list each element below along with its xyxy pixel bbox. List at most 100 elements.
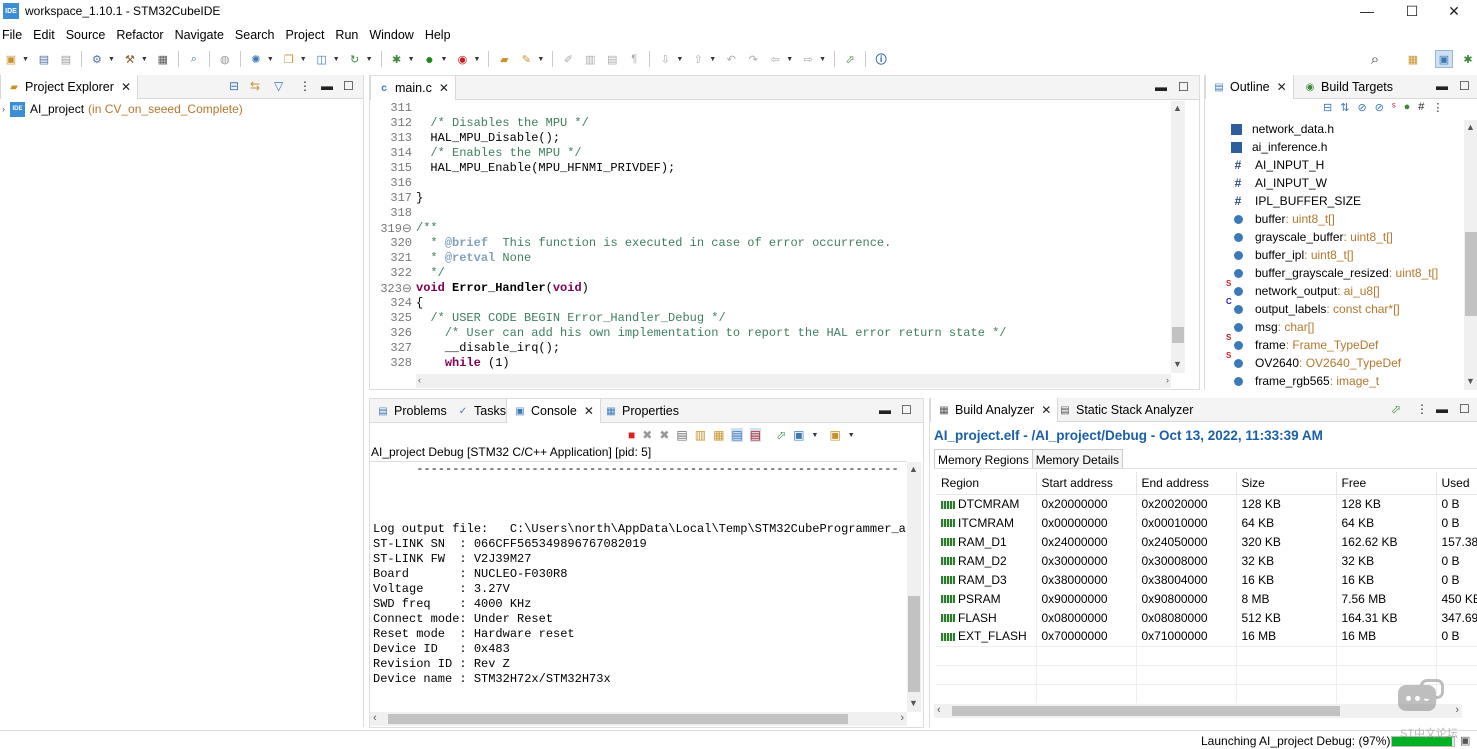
outline-item[interactable]: frame_rgb565 : image_t — [1231, 372, 1379, 390]
column-header-start[interactable]: Start address — [1036, 472, 1137, 495]
minimize-view-icon[interactable]: ▬ — [1155, 80, 1167, 94]
tab-console[interactable]: ▣ Console ✕ — [506, 399, 601, 423]
show-stderr-icon[interactable]: ▤ — [749, 428, 762, 442]
tab-project-explorer[interactable]: ▰ Project Explorer ✕ — [0, 75, 138, 99]
debug-icon[interactable]: ✱ — [389, 51, 405, 67]
outline-item[interactable]: Sframe : Frame_TypeDef — [1226, 333, 1378, 354]
open-perspective-icon[interactable]: ▦ — [1405, 51, 1421, 67]
menu-search[interactable]: Search — [232, 28, 282, 42]
maximize-view-icon[interactable]: ☐ — [1178, 80, 1189, 94]
close-icon[interactable]: ✕ — [1277, 80, 1287, 94]
pilcrow-icon[interactable]: ¶ — [626, 51, 642, 67]
build-hammer-icon[interactable]: ⚒ — [122, 51, 138, 67]
open-console-icon[interactable]: ▣ — [829, 428, 840, 442]
column-header-free[interactable]: Free — [1336, 472, 1437, 495]
table-row[interactable]: DTCMRAM 0x20000000 0x20020000 128 KB 128 KB 0… — [936, 494, 1477, 513]
menu-source[interactable]: Source — [63, 28, 113, 42]
editor-hscrollbar[interactable]: ‹ › — [416, 374, 1171, 388]
dropdown-arrow-icon[interactable]: ▼ — [473, 56, 480, 63]
dropdown-arrow-icon[interactable]: ▼ — [267, 56, 274, 63]
dropdown-arrow-icon[interactable]: ▼ — [819, 56, 826, 63]
dropdown-arrow-icon[interactable]: ▼ — [812, 432, 819, 439]
chevron-down-icon[interactable]: ▼ — [1173, 359, 1182, 369]
grid-icon[interactable]: # — [1418, 101, 1424, 119]
dropdown-arrow-icon[interactable]: ▼ — [786, 56, 793, 63]
menu-project[interactable]: Project — [283, 28, 332, 42]
dropdown-arrow-icon[interactable]: ▼ — [108, 56, 115, 63]
pin-console-icon[interactable]: ⬀ — [776, 428, 786, 442]
show-stdout-icon[interactable]: ▤ — [731, 428, 743, 442]
minimize-view-icon[interactable]: ▬ — [1436, 402, 1448, 416]
maximize-button[interactable]: ☐ — [1389, 0, 1435, 22]
word-wrap-icon[interactable]: ▤ — [604, 51, 620, 67]
dropdown-arrow-icon[interactable]: ▼ — [22, 56, 29, 63]
column-header-used[interactable]: Used — [1436, 472, 1477, 495]
console-hscrollbar[interactable]: ‹ › — [370, 712, 907, 726]
menu-help[interactable]: Help — [422, 28, 458, 42]
dropdown-arrow-icon[interactable]: ▼ — [366, 56, 373, 63]
code-line[interactable]: HAL_MPU_Enable(MPU_HFNMI_PRIVDEF); — [416, 161, 675, 175]
dropdown-arrow-icon[interactable]: ▼ — [848, 432, 855, 439]
outline-item[interactable]: buffer_ipl : uint8_t[] — [1231, 246, 1354, 264]
save-all-icon[interactable]: ▤ — [58, 51, 74, 67]
code-line[interactable]: { — [416, 296, 423, 310]
code-area[interactable]: 311 312 /* Disables the MPU */ 313 HAL_MPU… — [370, 101, 1170, 373]
pencil-icon[interactable]: ✎ — [518, 51, 534, 67]
outline-item[interactable]: Coutput_labels : const char*[] — [1226, 297, 1400, 318]
outline-item[interactable]: grayscale_buffer : uint8_t[] — [1231, 228, 1393, 246]
dropdown-arrow-icon[interactable]: ▼ — [141, 56, 148, 63]
maximize-view-icon[interactable]: ☐ — [343, 79, 354, 93]
dropdown-arrow-icon[interactable]: ▼ — [441, 56, 448, 63]
menu-window[interactable]: Window — [366, 28, 420, 42]
outline-item[interactable]: S OV2640 : OV2640_TypeDef — [1226, 351, 1401, 372]
minimize-view-icon[interactable]: ▬ — [879, 403, 891, 417]
dropdown-arrow-icon[interactable]: ▼ — [537, 56, 544, 63]
outline-item[interactable]: network_data.h — [1231, 120, 1334, 138]
save-icon[interactable]: ▤ — [36, 51, 52, 67]
tab-outline[interactable]: ▤ Outline ✕ — [1205, 75, 1294, 99]
collapse-all-icon[interactable]: ⊟ — [1323, 101, 1332, 119]
tab-properties[interactable]: ▦ Properties — [598, 399, 685, 423]
scroll-lock-icon[interactable]: ▥ — [695, 428, 706, 442]
tab-build-analyzer[interactable]: ▦ Build Analyzer ✕ — [930, 398, 1059, 422]
binary-icon[interactable]: ▦ — [155, 51, 171, 67]
console-output[interactable]: ----------------------------------------… — [373, 462, 906, 712]
column-header-size[interactable]: Size — [1236, 472, 1337, 495]
back-icon[interactable]: ⇦ — [767, 51, 783, 67]
table-row[interactable]: RAM_D2 0x30000000 0x30008000 32 KB 32 KB 0 B — [936, 551, 1477, 570]
code-line[interactable]: /* Disables the MPU */ — [416, 116, 588, 130]
minimize-view-icon[interactable]: ▬ — [1436, 79, 1448, 93]
dropdown-arrow-icon[interactable]: ▼ — [408, 56, 415, 63]
code-line[interactable]: /* USER CODE BEGIN Error_Handler_Debug *… — [416, 311, 725, 325]
chevron-right-icon[interactable]: › — [1166, 375, 1169, 385]
code-line[interactable]: void Error_Handler(void) — [416, 281, 589, 295]
cpp-perspective-icon[interactable]: ▣ — [1435, 50, 1453, 68]
run-icon[interactable]: ● — [422, 51, 438, 67]
close-icon[interactable]: ✕ — [121, 80, 131, 94]
outline-item[interactable]: # IPL_BUFFER_SIZE — [1231, 192, 1361, 210]
menu-refactor[interactable]: Refactor — [113, 28, 170, 42]
code-line[interactable]: * @retval None — [416, 251, 531, 265]
chevron-left-icon[interactable]: ‹ — [937, 704, 941, 716]
code-line[interactable]: /* User can add his own implementation t… — [416, 326, 1007, 340]
scroll-thumb[interactable] — [908, 596, 920, 692]
remove-all-icon[interactable]: ✖ — [659, 428, 669, 442]
hide-fields-icon[interactable]: ⊘ — [1357, 101, 1366, 119]
outline-item[interactable]: buffer_grayscale_resized : uint8_t[] — [1231, 264, 1438, 282]
table-row[interactable]: ITCMRAM 0x00000000 0x00010000 64 KB 64 KB 0 B — [936, 513, 1477, 532]
tree-item-project[interactable]: › IDE AI_project (in CV_on_seeed_Complet… — [2, 100, 243, 118]
chevron-right-icon[interactable]: › — [900, 712, 904, 724]
minimize-view-icon[interactable]: ▬ — [321, 79, 333, 93]
display-console-icon[interactable]: ▣ — [793, 428, 804, 442]
chevron-down-icon[interactable]: ▼ — [1466, 376, 1475, 386]
search-icon[interactable]: ⌕ — [1367, 51, 1383, 68]
code-line[interactable]: */ — [416, 266, 444, 280]
hide-nonpublic-icon[interactable]: ˢ — [1392, 101, 1396, 119]
new-class-icon[interactable]: ◫ — [314, 51, 330, 67]
code-line[interactable]: * @brief This function is executed in ca… — [416, 236, 891, 250]
scroll-thumb[interactable] — [388, 714, 848, 724]
outline-vscrollbar[interactable]: ▲ ▼ — [1464, 120, 1477, 390]
build-analyzer-hscrollbar[interactable]: ‹ › — [934, 704, 1462, 718]
build-settings-icon[interactable]: ⚙ — [89, 51, 105, 67]
menu-navigate[interactable]: Navigate — [172, 28, 231, 42]
